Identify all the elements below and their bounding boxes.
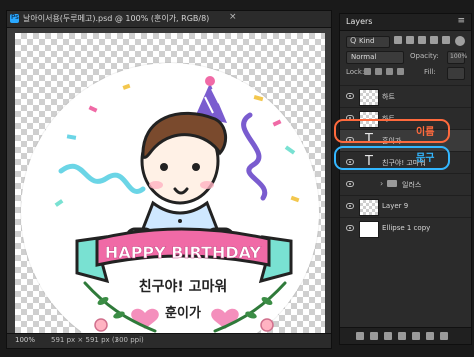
layers-panel-header: Layers ≡ — [340, 14, 471, 31]
document-title: 날아이서용(두루메고).psd @ 100% (훈이가, RGB/8) — [23, 14, 210, 23]
message-line-1: 친구야! 고마워 — [139, 278, 228, 295]
layer-kind-select[interactable]: Q Kind — [346, 36, 390, 48]
confetti-4 — [253, 95, 264, 102]
lock-label: Lock: — [346, 68, 365, 76]
adjustment-filter-icon[interactable] — [406, 36, 414, 44]
layer-name: 일러스 — [402, 181, 422, 189]
document-size: 591 px × 591 px (300 ppi) — [51, 336, 144, 344]
folder-icon — [387, 180, 397, 187]
party-hat-pompom — [205, 76, 215, 86]
opacity-label: Opacity: — [410, 52, 439, 60]
layer-thumbnail — [359, 221, 379, 238]
layer-row[interactable]: Layer 9 — [340, 195, 471, 218]
sticker-artwork: HAPPY BIRTHDAY 친구야! 고마워 훈이가 — [54, 76, 300, 333]
filter-toggle-icon[interactable] — [455, 36, 465, 46]
opacity-field[interactable]: 100% — [447, 51, 468, 64]
layer-filter-row: Q Kind — [340, 34, 471, 48]
close-tab-icon[interactable]: × — [229, 12, 237, 22]
layer-filter-icons — [394, 36, 450, 44]
type-filter-icon[interactable] — [418, 36, 426, 44]
pixel-filter-icon[interactable] — [394, 36, 402, 44]
layer-name: Layer 9 — [382, 202, 409, 210]
panel-menu-icon[interactable]: ≡ — [457, 16, 465, 26]
chevron-right-icon[interactable]: › — [380, 179, 383, 188]
streamer-left — [58, 163, 146, 194]
status-bar: 100% 591 px × 591 px (300 ppi) › — [7, 333, 331, 348]
trash-icon[interactable] — [440, 332, 448, 340]
lock-position-icon[interactable] — [386, 68, 393, 75]
confetti-8 — [290, 195, 300, 203]
flower-right — [260, 318, 274, 332]
annotation-phrase-label: 문구 — [416, 153, 435, 164]
mask-icon[interactable] — [384, 332, 392, 340]
layer-thumbnail — [359, 89, 379, 106]
smart-object-filter-icon[interactable] — [442, 36, 450, 44]
fill-field[interactable] — [447, 67, 465, 80]
confetti-1 — [88, 105, 98, 113]
layer-group-row[interactable]: › 일러스 — [340, 173, 471, 196]
layers-panel-footer — [340, 327, 471, 344]
fx-icon[interactable] — [370, 332, 378, 340]
message-line-2: 훈이가 — [165, 305, 201, 321]
new-group-icon[interactable] — [412, 332, 420, 340]
layer-thumbnail — [359, 199, 379, 216]
status-menu-icon[interactable]: › — [115, 335, 118, 344]
blend-row: Normal Opacity: 100% — [340, 50, 471, 64]
layer-name: 하트 — [382, 93, 395, 101]
blend-mode-select[interactable]: Normal — [346, 51, 404, 64]
confetti-3 — [66, 134, 77, 140]
layer-row[interactable]: 하트 — [340, 85, 471, 108]
shirt-button-1 — [178, 219, 182, 223]
search-icon: Q — [350, 36, 357, 45]
lock-row: Lock: Fill: — [340, 66, 471, 80]
blend-mode-label: Normal — [351, 53, 377, 61]
layer-name: Ellipse 1 copy — [382, 224, 431, 232]
canvas-area[interactable]: HAPPY BIRTHDAY 친구야! 고마워 훈이가 — [15, 33, 325, 337]
visibility-eye-icon[interactable] — [346, 203, 354, 209]
confetti-7 — [54, 199, 64, 207]
document-window: Ps 날아이서용(두루메고).psd @ 100% (훈이가, RGB/8) × — [6, 10, 332, 349]
confetti-6 — [284, 145, 296, 155]
eye-right — [192, 163, 200, 171]
shape-filter-icon[interactable] — [430, 36, 438, 44]
lock-all-icon[interactable] — [397, 68, 404, 75]
banner-text: HAPPY BIRTHDAY — [105, 243, 262, 262]
photoshop-icon: Ps — [10, 13, 19, 23]
lock-image-icon[interactable] — [375, 68, 382, 75]
ps-badge-text: Ps — [11, 13, 19, 21]
layers-panel: Layers ≡ Q Kind Normal Opacity: 100% Loc… — [339, 13, 472, 345]
annotation-name-label: 이름 — [416, 127, 435, 138]
eye-left — [160, 163, 168, 171]
layers-tab[interactable]: Layers — [346, 17, 372, 26]
visibility-eye-icon[interactable] — [346, 93, 354, 99]
fill-label: Fill: — [424, 68, 436, 76]
new-layer-icon[interactable] — [426, 332, 434, 340]
confetti-2 — [122, 83, 131, 90]
visibility-eye-icon[interactable] — [346, 225, 354, 231]
zoom-level[interactable]: 100% — [15, 336, 35, 344]
layer-row[interactable]: Ellipse 1 copy — [340, 217, 471, 240]
streamer-right — [241, 112, 268, 201]
opacity-value: 100% — [450, 53, 468, 60]
lock-transparency-icon[interactable] — [364, 68, 371, 75]
layer-kind-label: Kind — [359, 37, 375, 45]
blush-left — [149, 181, 163, 189]
document-tab[interactable]: Ps 날아이서용(두루메고).psd @ 100% (훈이가, RGB/8) × — [7, 11, 331, 28]
lock-icons — [364, 68, 404, 75]
adjustment-layer-icon[interactable] — [398, 332, 406, 340]
flower-left — [94, 318, 108, 332]
blush-right — [200, 181, 214, 189]
confetti-5 — [272, 119, 282, 127]
link-layers-icon[interactable] — [356, 332, 364, 340]
visibility-eye-icon[interactable] — [346, 181, 354, 187]
